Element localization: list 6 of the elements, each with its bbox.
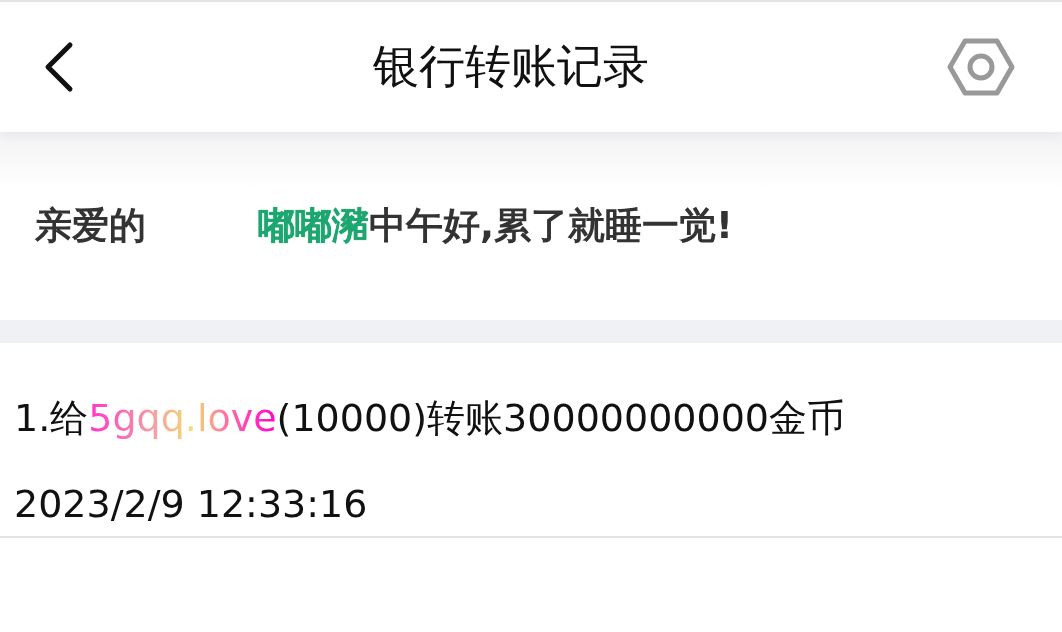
page-title: 银行转账记录 (373, 38, 649, 95)
greeting-message: 嘟嘟瀦中午好,累了就睡一觉! (258, 203, 733, 249)
transfer-time: 2023/2/9 12:33:16 (14, 482, 369, 526)
greeting-salutation: 亲爱的 (35, 203, 147, 249)
settings-icon[interactable] (946, 37, 1016, 97)
transfer-record: 1.给5gqq.love(10000)转账30000000000金币 (14, 395, 847, 442)
